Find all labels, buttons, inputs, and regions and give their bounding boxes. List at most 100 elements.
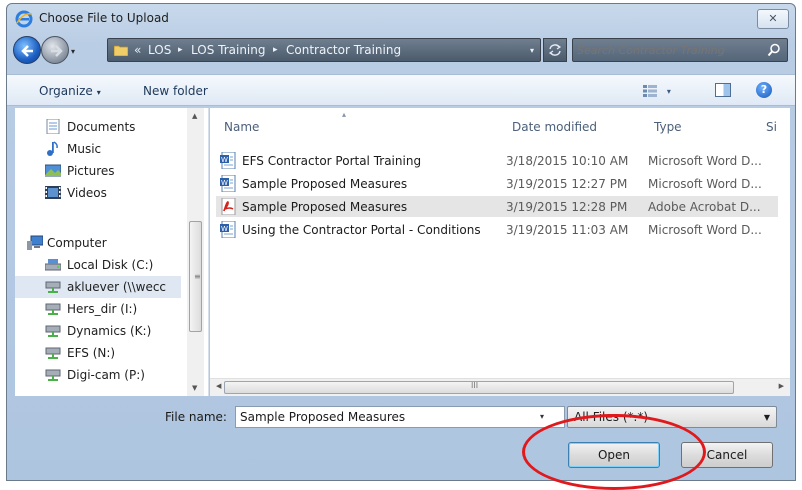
nav-item-label: Pictures (67, 164, 115, 178)
breadcrumb-los[interactable]: LOS (148, 43, 171, 57)
nav-item-documents[interactable]: Documents (15, 116, 181, 138)
svg-text:W: W (221, 225, 228, 233)
chevron-down-icon: ▼ (763, 413, 770, 422)
search-input[interactable] (577, 41, 757, 59)
cancel-button[interactable]: Cancel (681, 442, 773, 468)
network-drive-icon (45, 303, 61, 315)
pdf-icon (221, 198, 236, 215)
column-header-date-modified[interactable]: Date modified (512, 120, 597, 134)
nav-pane-scrollbar[interactable]: ▲ ≡ ▼ (187, 108, 204, 396)
file-row[interactable]: W EFS Contractor Portal Training 3/18/20… (216, 150, 778, 171)
sort-ascending-icon: ▴ (342, 110, 347, 119)
file-name: Using the Contractor Portal - Conditions (242, 223, 481, 237)
breadcrumb-separator[interactable]: ▸ (178, 45, 183, 55)
file-list-horizontal-scrollbar[interactable]: ◀ III ▶ (210, 378, 790, 396)
network-drive-icon (45, 369, 61, 381)
computer-icon (27, 235, 43, 250)
folder-icon (114, 45, 128, 56)
nav-item-pictures[interactable]: Pictures (15, 160, 181, 182)
file-row[interactable]: W Sample Proposed Measures 3/19/2015 12:… (216, 173, 778, 194)
recent-pages-dropdown[interactable]: ▾ (71, 47, 75, 56)
help-icon[interactable]: ? (756, 82, 772, 98)
navigation-bar: ▾ « LOS ▸ LOS Training ▸ Contractor Trai… (7, 32, 795, 72)
refresh-button[interactable] (543, 38, 567, 62)
file-type-filter-select[interactable]: All Files (*.*) ▼ (567, 406, 777, 428)
open-button[interactable]: Open (568, 442, 660, 468)
file-name: Sample Proposed Measures (242, 177, 408, 191)
address-overflow-chevron[interactable]: « (134, 43, 141, 57)
back-arrow-icon (21, 45, 33, 57)
nav-item-label: EFS (N:) (67, 346, 116, 360)
scroll-up-icon[interactable]: ▲ (192, 112, 197, 120)
nav-item-local-disk-c[interactable]: Local Disk (C:) (15, 254, 181, 276)
address-bar[interactable]: « LOS ▸ LOS Training ▸ Contractor Traini… (107, 38, 541, 62)
close-button[interactable]: ✕ (757, 9, 789, 29)
address-dropdown-icon[interactable]: ▾ (530, 46, 534, 55)
organize-label: Organize (39, 84, 93, 98)
organize-menu[interactable]: Organize ▾ (39, 84, 101, 98)
file-type-filter-value: All Files (*.*) (574, 410, 649, 424)
preview-pane-icon[interactable] (715, 83, 731, 97)
file-date-modified: 3/18/2015 10:10 AM (506, 154, 629, 168)
svg-text:W: W (221, 156, 228, 164)
nav-item-music[interactable]: Music (15, 138, 181, 160)
word-doc-icon: W (220, 152, 236, 169)
nav-item-label: Hers_dir (I:) (67, 302, 138, 316)
file-type: Microsoft Word D... (648, 154, 762, 168)
network-drive-icon (45, 281, 61, 293)
documents-icon (46, 119, 60, 134)
breadcrumb-separator[interactable]: ▸ (273, 45, 278, 55)
search-icon[interactable] (767, 43, 781, 57)
forward-button[interactable] (41, 36, 69, 64)
refresh-icon (548, 44, 562, 56)
back-button[interactable] (13, 36, 41, 64)
network-drive-icon (45, 347, 61, 359)
grip-icon: III (471, 381, 479, 390)
file-date-modified: 3/19/2015 12:28 PM (506, 200, 628, 214)
file-name-dropdown-icon[interactable]: ▾ (540, 412, 544, 421)
scrollbar-thumb[interactable]: ≡ (189, 221, 202, 332)
title-bar: Choose File to Upload ✕ (7, 4, 795, 32)
grip-icon: ≡ (194, 272, 201, 281)
column-header-type[interactable]: Type (654, 120, 682, 134)
view-caret-icon: ▾ (666, 87, 671, 96)
nav-item-computer[interactable]: Computer (15, 232, 181, 254)
nav-item-label: Computer (47, 236, 107, 250)
file-list: ▴ Name Date modified Type Si W EFS Contr… (210, 108, 790, 378)
word-doc-icon: W (220, 175, 236, 192)
scroll-down-icon[interactable]: ▼ (192, 384, 197, 392)
network-drive-icon (45, 325, 61, 337)
scrollbar-thumb[interactable]: III (224, 381, 734, 394)
change-view-button[interactable]: ▾ (643, 83, 677, 99)
file-row[interactable]: W Using the Contractor Portal - Conditio… (216, 219, 778, 240)
file-name-label: File name: (165, 410, 227, 424)
nav-item-label: Digi-cam (P:) (67, 368, 145, 382)
nav-item-digi-cam[interactable]: Digi-cam (P:) (15, 364, 181, 386)
file-type: Microsoft Word D... (648, 177, 762, 191)
command-toolbar: Organize ▾ New folder ▾ ? (7, 74, 795, 106)
nav-item-hers-dir[interactable]: Hers_dir (I:) (15, 298, 181, 320)
pictures-icon (45, 164, 61, 177)
new-folder-button[interactable]: New folder (143, 84, 208, 98)
navigation-pane: Documents Music Pictures Videos Computer… (15, 108, 209, 396)
nav-item-label: Local Disk (C:) (67, 258, 154, 272)
videos-icon (45, 186, 61, 199)
breadcrumb-contractor-training[interactable]: Contractor Training (286, 43, 401, 57)
view-options-icon (643, 84, 657, 97)
breadcrumb-los-training[interactable]: LOS Training (191, 43, 265, 57)
nav-item-dynamics[interactable]: Dynamics (K:) (15, 320, 181, 342)
file-name-input[interactable]: Sample Proposed Measures (235, 406, 565, 428)
nav-item-efs[interactable]: EFS (N:) (15, 342, 181, 364)
nav-item-label: Documents (67, 120, 136, 134)
file-row-selected[interactable]: Sample Proposed Measures 3/19/2015 12:28… (216, 196, 778, 217)
local-disk-icon (45, 259, 61, 271)
nav-item-videos[interactable]: Videos (15, 182, 181, 204)
scroll-right-icon[interactable]: ▶ (779, 382, 784, 390)
nav-item-label: Music (67, 142, 102, 156)
nav-item-label: akluever (\\wecc (67, 280, 167, 294)
column-header-name[interactable]: Name (224, 120, 259, 134)
nav-item-akluever[interactable]: akluever (\\wecc (15, 276, 181, 298)
scroll-left-icon[interactable]: ◀ (216, 382, 221, 390)
column-header-size[interactable]: Si (766, 120, 777, 134)
close-icon: ✕ (768, 12, 778, 25)
